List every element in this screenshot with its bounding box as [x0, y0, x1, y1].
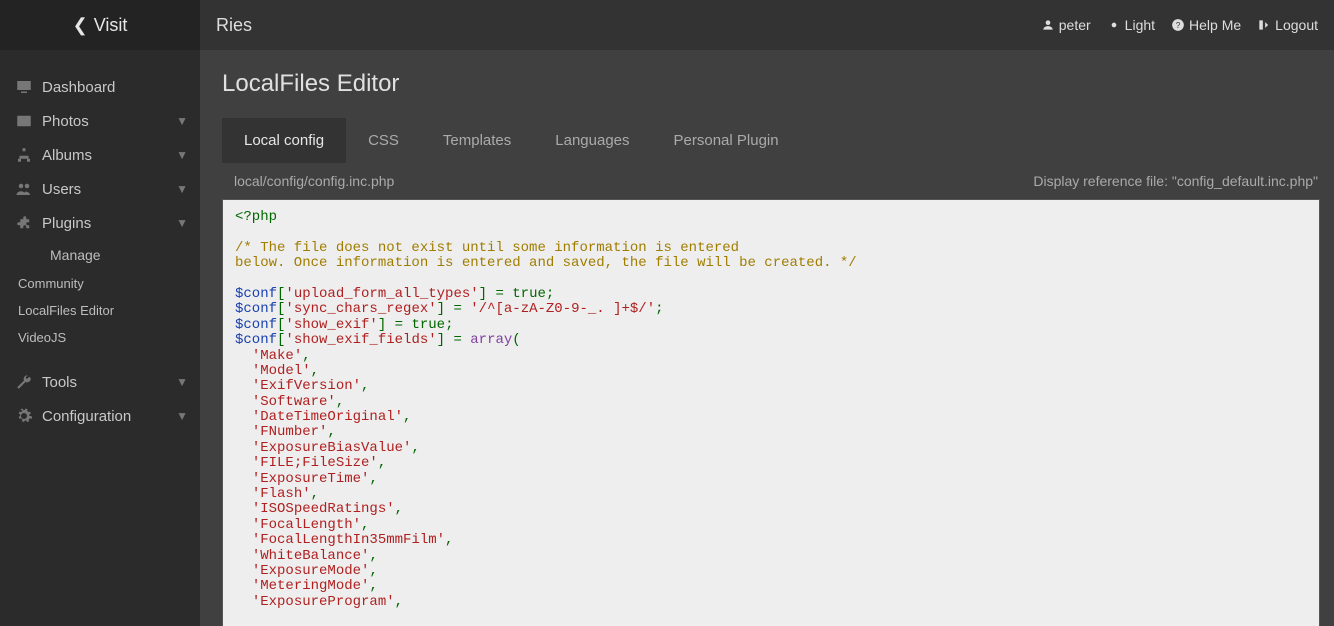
tab-local-config[interactable]: Local config — [222, 118, 346, 163]
tabs: Local config CSS Templates Languages Per… — [222, 118, 1320, 163]
gear-icon — [12, 407, 36, 425]
sidebar-item-label: Albums — [42, 147, 92, 164]
help-link[interactable]: ? Help Me — [1171, 17, 1241, 33]
sidebar-sub-label: Community — [18, 276, 84, 291]
user-link[interactable]: peter — [1041, 17, 1091, 33]
sliders-icon — [20, 246, 44, 264]
sidebar-item-label: Plugins — [42, 215, 91, 232]
tab-personal[interactable]: Personal Plugin — [652, 118, 801, 163]
sitemap-icon — [12, 146, 36, 164]
page-title: LocalFiles Editor — [222, 70, 1320, 98]
sidebar-item-label: Users — [42, 181, 81, 198]
sidebar-item-tools[interactable]: Tools ▼ — [0, 365, 200, 399]
sidebar-sub-community[interactable]: Community — [0, 270, 200, 297]
logout-link[interactable]: Logout — [1257, 17, 1318, 33]
tab-label: CSS — [368, 132, 399, 149]
sidebar-sub-label: LocalFiles Editor — [18, 303, 114, 318]
sidebar-sub-label: VideoJS — [18, 330, 66, 345]
theme-label: Light — [1125, 17, 1155, 33]
sidebar-item-albums[interactable]: Albums ▼ — [0, 138, 200, 172]
nav: Dashboard Photos ▼ Albums ▼ — [0, 50, 200, 433]
sidebar-item-label: Dashboard — [42, 79, 115, 96]
sidebar: ❮ Visit Dashboard Photos ▼ — [0, 0, 200, 626]
tab-css[interactable]: CSS — [346, 118, 421, 163]
users-icon — [12, 180, 36, 198]
sidebar-item-label: Configuration — [42, 408, 131, 425]
main: Ries peter Light ? Help Me Logout LocalF… — [200, 0, 1334, 626]
sun-icon — [1107, 18, 1121, 32]
chevron-left-icon: ❮ — [73, 15, 88, 36]
sidebar-sub-localfiles[interactable]: LocalFiles Editor — [0, 297, 200, 324]
sidebar-item-plugins[interactable]: Plugins ▼ — [0, 206, 200, 240]
tab-label: Personal Plugin — [674, 132, 779, 149]
sidebar-sub-label: Manage — [50, 247, 101, 263]
chevron-down-icon: ▼ — [176, 409, 188, 423]
file-path: local/config/config.inc.php — [234, 173, 394, 189]
help-icon: ? — [1171, 18, 1185, 32]
chevron-down-icon: ▼ — [176, 182, 188, 196]
sidebar-item-photos[interactable]: Photos ▼ — [0, 104, 200, 138]
filebar: local/config/config.inc.php Display refe… — [222, 163, 1320, 199]
visit-label: Visit — [94, 15, 128, 36]
help-label: Help Me — [1189, 17, 1241, 33]
sidebar-item-configuration[interactable]: Configuration ▼ — [0, 399, 200, 433]
chevron-down-icon: ▼ — [176, 216, 188, 230]
chevron-down-icon: ▼ — [176, 375, 188, 389]
tab-label: Templates — [443, 132, 511, 149]
sidebar-item-dashboard[interactable]: Dashboard — [0, 70, 200, 104]
theme-link[interactable]: Light — [1107, 17, 1155, 33]
logout-label: Logout — [1275, 17, 1318, 33]
sidebar-item-label: Photos — [42, 113, 89, 130]
chevron-down-icon: ▼ — [176, 148, 188, 162]
svg-text:?: ? — [1176, 21, 1181, 30]
puzzle-icon — [12, 214, 36, 232]
image-icon — [12, 112, 36, 130]
reference-file-link[interactable]: Display reference file: "config_default.… — [1033, 173, 1318, 189]
user-icon — [1041, 18, 1055, 32]
monitor-icon — [12, 78, 36, 96]
wrench-icon — [12, 373, 36, 391]
chevron-down-icon: ▼ — [176, 114, 188, 128]
tab-label: Languages — [555, 132, 629, 149]
tab-label: Local config — [244, 132, 324, 149]
code-editor[interactable]: <?php /* The file does not exist until s… — [222, 199, 1320, 626]
topbar: Ries peter Light ? Help Me Logout — [200, 0, 1334, 50]
sidebar-item-users[interactable]: Users ▼ — [0, 172, 200, 206]
logout-icon — [1257, 18, 1271, 32]
sidebar-sub-videojs[interactable]: VideoJS — [0, 324, 200, 351]
visit-button[interactable]: ❮ Visit — [0, 0, 200, 50]
sidebar-sub-manage[interactable]: Manage — [0, 240, 200, 270]
sidebar-item-label: Tools — [42, 374, 77, 391]
app-title: Ries — [216, 15, 252, 36]
user-name: peter — [1059, 17, 1091, 33]
tab-templates[interactable]: Templates — [421, 118, 533, 163]
tab-languages[interactable]: Languages — [533, 118, 651, 163]
content: LocalFiles Editor Local config CSS Templ… — [200, 50, 1334, 626]
